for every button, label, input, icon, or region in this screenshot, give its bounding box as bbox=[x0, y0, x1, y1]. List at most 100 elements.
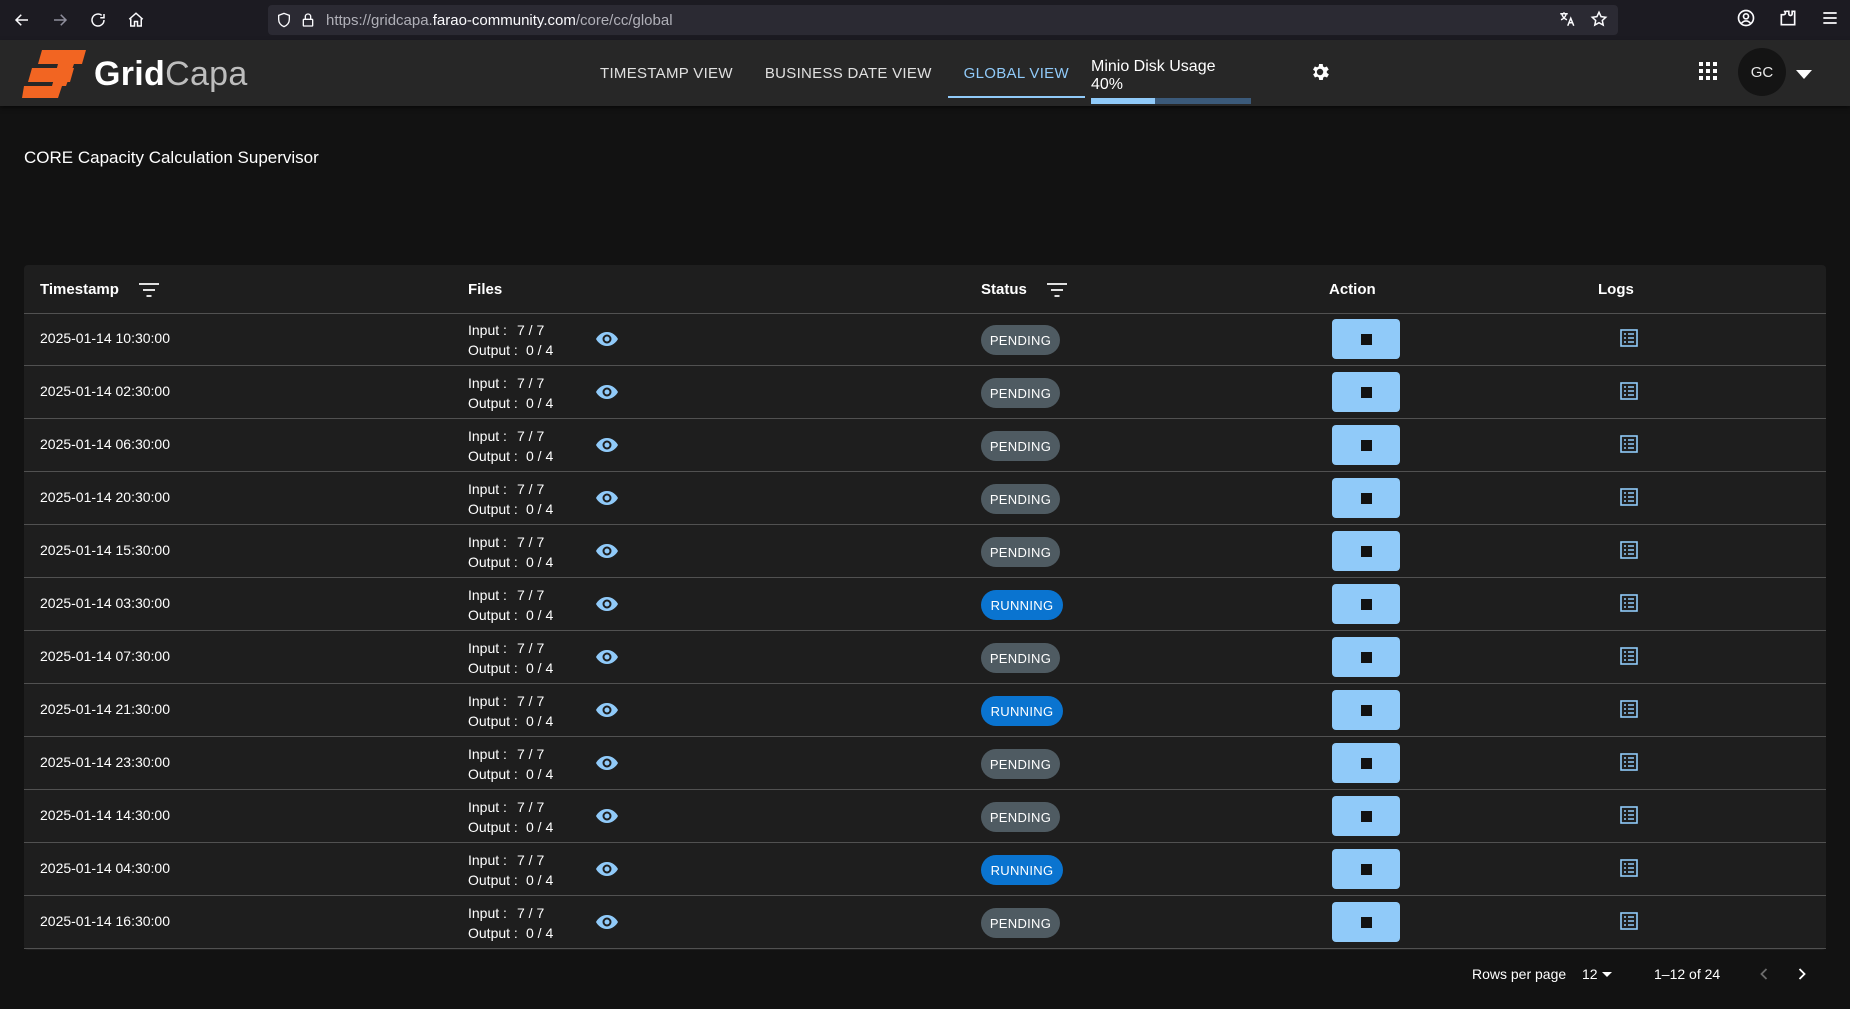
output-label: Output : bbox=[468, 342, 518, 358]
gear-icon[interactable] bbox=[1309, 61, 1331, 88]
input-count: Input : 7 / 7 bbox=[468, 691, 553, 711]
logs-icon[interactable] bbox=[1620, 541, 1638, 559]
reload-icon[interactable] bbox=[86, 8, 110, 32]
stop-icon bbox=[1360, 492, 1372, 504]
eye-icon[interactable] bbox=[595, 486, 619, 510]
stop-button[interactable] bbox=[1332, 478, 1400, 518]
logs-icon[interactable] bbox=[1620, 435, 1638, 453]
logs-icon[interactable] bbox=[1620, 594, 1638, 612]
rows-per-page-select[interactable]: 12 bbox=[1582, 966, 1614, 982]
tab-timestamp-view[interactable]: TIMESTAMP VIEW bbox=[584, 40, 749, 106]
table-row: 2025-01-14 16:30:00 Input : 7 / 7 Output : 0… bbox=[24, 896, 1826, 949]
input-value: 7 / 7 bbox=[517, 640, 545, 656]
forward-icon[interactable] bbox=[48, 8, 72, 32]
eye-icon[interactable] bbox=[595, 327, 619, 351]
logs-icon[interactable] bbox=[1620, 859, 1638, 877]
output-label: Output : bbox=[468, 395, 518, 411]
logs-icon[interactable] bbox=[1620, 806, 1638, 824]
stop-button[interactable] bbox=[1332, 372, 1400, 412]
next-page-icon[interactable] bbox=[1792, 964, 1812, 989]
stop-icon bbox=[1360, 704, 1372, 716]
eye-icon[interactable] bbox=[595, 804, 619, 828]
stop-button[interactable] bbox=[1332, 319, 1400, 359]
output-value: 0 / 4 bbox=[526, 925, 554, 941]
logs-icon[interactable] bbox=[1620, 488, 1638, 506]
input-label: Input : bbox=[468, 534, 507, 550]
timestamp-cell: 2025-01-14 03:30:00 bbox=[40, 595, 170, 611]
stop-button[interactable] bbox=[1332, 637, 1400, 677]
eye-icon[interactable] bbox=[595, 910, 619, 934]
table-row: 2025-01-14 10:30:00 Input : 7 / 7 Output : 0… bbox=[24, 313, 1826, 366]
eye-icon[interactable] bbox=[595, 433, 619, 457]
input-label: Input : bbox=[468, 693, 507, 709]
logs-icon[interactable] bbox=[1620, 753, 1638, 771]
process-table: Timestamp Files Status Action Logs 2025-… bbox=[24, 265, 1826, 950]
logs-icon[interactable] bbox=[1620, 382, 1638, 400]
stop-button[interactable] bbox=[1332, 584, 1400, 624]
stop-button[interactable] bbox=[1332, 743, 1400, 783]
back-icon[interactable] bbox=[10, 8, 34, 32]
tab-business-date-view[interactable]: BUSINESS DATE VIEW bbox=[749, 40, 948, 106]
eye-icon[interactable] bbox=[595, 592, 619, 616]
eye-icon[interactable] bbox=[595, 751, 619, 775]
chevron-down-icon[interactable] bbox=[1796, 67, 1812, 85]
previous-page-icon[interactable] bbox=[1754, 964, 1774, 989]
extensions-icon[interactable] bbox=[1778, 8, 1798, 33]
input-count: Input : 7 / 7 bbox=[468, 638, 553, 658]
table-row: 2025-01-14 20:30:00 Input : 7 / 7 Output : 0… bbox=[24, 472, 1826, 525]
eye-icon[interactable] bbox=[595, 380, 619, 404]
output-label: Output : bbox=[468, 819, 518, 835]
output-label: Output : bbox=[468, 448, 518, 464]
logo-text: GridCapa bbox=[94, 55, 248, 94]
gridcapa-logo[interactable]: GridCapa bbox=[22, 46, 248, 102]
star-icon[interactable] bbox=[1590, 10, 1608, 33]
stop-button[interactable] bbox=[1332, 425, 1400, 465]
status-badge: PENDING bbox=[981, 643, 1060, 673]
timestamp-cell: 2025-01-14 04:30:00 bbox=[40, 860, 170, 876]
disk-usage-fill bbox=[1091, 98, 1155, 104]
logs-icon[interactable] bbox=[1620, 329, 1638, 347]
translate-icon[interactable] bbox=[1558, 10, 1576, 33]
stop-button[interactable] bbox=[1332, 690, 1400, 730]
avatar[interactable]: GC bbox=[1738, 48, 1786, 96]
output-value: 0 / 4 bbox=[526, 448, 554, 464]
eye-icon[interactable] bbox=[595, 645, 619, 669]
timestamp-cell: 2025-01-14 23:30:00 bbox=[40, 754, 170, 770]
timestamp-cell: 2025-01-14 14:30:00 bbox=[40, 807, 170, 823]
status-badge: PENDING bbox=[981, 378, 1060, 408]
account-icon[interactable] bbox=[1736, 8, 1756, 33]
logs-icon[interactable] bbox=[1620, 912, 1638, 930]
files-cell: Input : 7 / 7 Output : 0 / 4 bbox=[468, 373, 553, 413]
input-label: Input : bbox=[468, 481, 507, 497]
apps-grid-icon[interactable] bbox=[1699, 62, 1717, 85]
output-label: Output : bbox=[468, 713, 518, 729]
column-label-action: Action bbox=[1329, 281, 1376, 298]
files-cell: Input : 7 / 7 Output : 0 / 4 bbox=[468, 426, 553, 466]
input-value: 7 / 7 bbox=[517, 322, 545, 338]
filter-icon[interactable] bbox=[1046, 282, 1067, 297]
eye-icon[interactable] bbox=[595, 857, 619, 881]
lock-icon[interactable] bbox=[300, 12, 316, 28]
stop-button[interactable] bbox=[1332, 531, 1400, 571]
stop-button[interactable] bbox=[1332, 796, 1400, 836]
logs-icon[interactable] bbox=[1620, 647, 1638, 665]
input-count: Input : 7 / 7 bbox=[468, 532, 553, 552]
output-value: 0 / 4 bbox=[526, 660, 554, 676]
stop-button[interactable] bbox=[1332, 849, 1400, 889]
files-cell: Input : 7 / 7 Output : 0 / 4 bbox=[468, 797, 553, 837]
status-badge: PENDING bbox=[981, 749, 1060, 779]
input-label: Input : bbox=[468, 587, 507, 603]
tab-global-view[interactable]: GLOBAL VIEW bbox=[947, 40, 1086, 106]
eye-icon[interactable] bbox=[595, 698, 619, 722]
filter-icon[interactable] bbox=[138, 282, 159, 297]
stop-icon bbox=[1360, 916, 1372, 928]
stop-button[interactable] bbox=[1332, 902, 1400, 942]
table-row: 2025-01-14 15:30:00 Input : 7 / 7 Output : 0… bbox=[24, 525, 1826, 578]
home-icon[interactable] bbox=[124, 8, 148, 32]
eye-icon[interactable] bbox=[595, 539, 619, 563]
timestamp-cell: 2025-01-14 16:30:00 bbox=[40, 913, 170, 929]
address-bar[interactable]: https://gridcapa.farao-community.com/cor… bbox=[268, 5, 1618, 35]
menu-icon[interactable] bbox=[1820, 8, 1840, 33]
logs-icon[interactable] bbox=[1620, 700, 1638, 718]
shield-icon[interactable] bbox=[276, 12, 292, 28]
